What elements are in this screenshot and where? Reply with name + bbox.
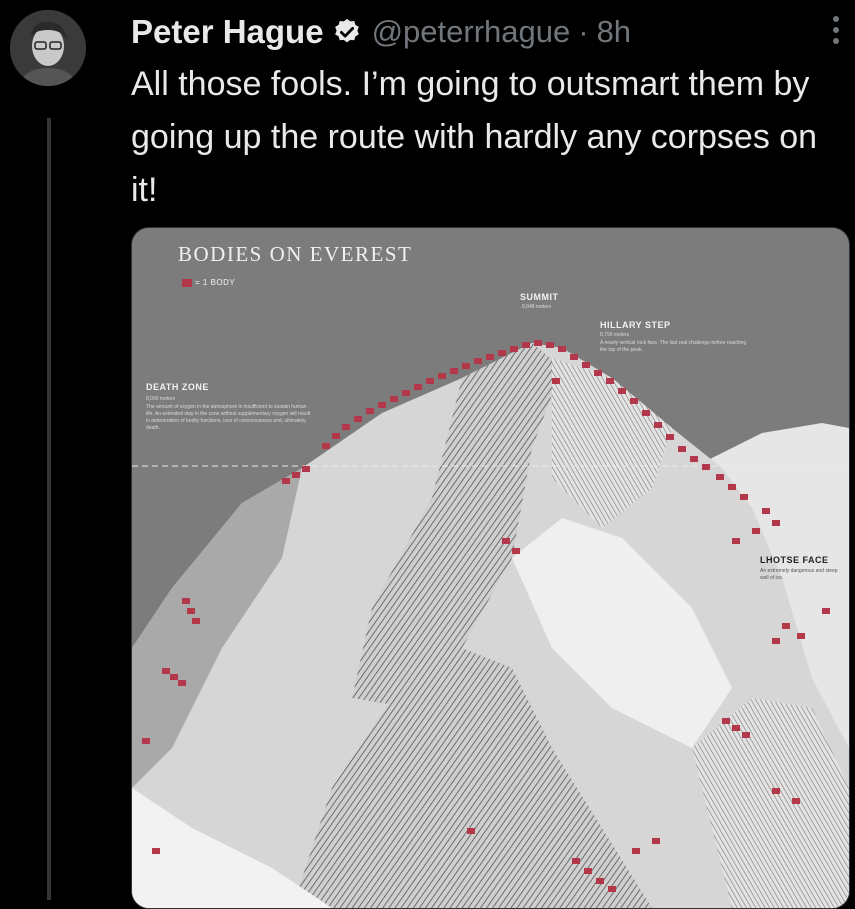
death-zone-label: DEATH ZONE xyxy=(146,382,209,392)
timestamp[interactable]: 8h xyxy=(597,14,631,50)
author-handle[interactable]: @peterrhague xyxy=(372,14,571,50)
author-name[interactable]: Peter Hague xyxy=(131,13,324,51)
summit-label: SUMMIT xyxy=(520,292,559,302)
hillary-step-label: HILLARY STEP xyxy=(600,320,671,330)
legend-label: = 1 BODY xyxy=(195,278,236,287)
map-legend: = 1 BODY xyxy=(182,278,235,287)
more-options-icon[interactable] xyxy=(833,16,841,44)
lhotse-face-desc: An extremely dangerous and steep wall of… xyxy=(760,568,838,581)
lhotse-face-label: LHOTSE FACE xyxy=(760,555,829,565)
death-zone-desc: The amount of oxygen in the atmosphere i… xyxy=(146,404,311,431)
tweet-media-image[interactable]: BODIES ON EVEREST = 1 BODY SUMMIT 8,848 … xyxy=(131,227,850,909)
avatar-image xyxy=(10,10,86,86)
map-title: BODIES ON EVEREST xyxy=(178,242,413,266)
death-zone-sub: 8,000 meters xyxy=(146,396,176,402)
hillary-step-desc: A nearly vertical rock face. The last re… xyxy=(600,340,747,353)
avatar[interactable] xyxy=(10,10,86,86)
thread-line xyxy=(47,118,51,900)
tweet-header: Peter Hague @peterrhague · 8h xyxy=(131,10,835,54)
tweet-text: All those fools. I’m going to outsmart t… xyxy=(131,65,827,209)
summit-sub: 8,848 meters xyxy=(522,304,552,310)
flag-icon xyxy=(182,278,192,287)
hillary-step-sub: 8,790 meters xyxy=(600,332,630,338)
separator-dot: · xyxy=(578,14,589,49)
everest-map-graphic xyxy=(132,228,849,908)
verified-badge-icon xyxy=(332,17,362,47)
